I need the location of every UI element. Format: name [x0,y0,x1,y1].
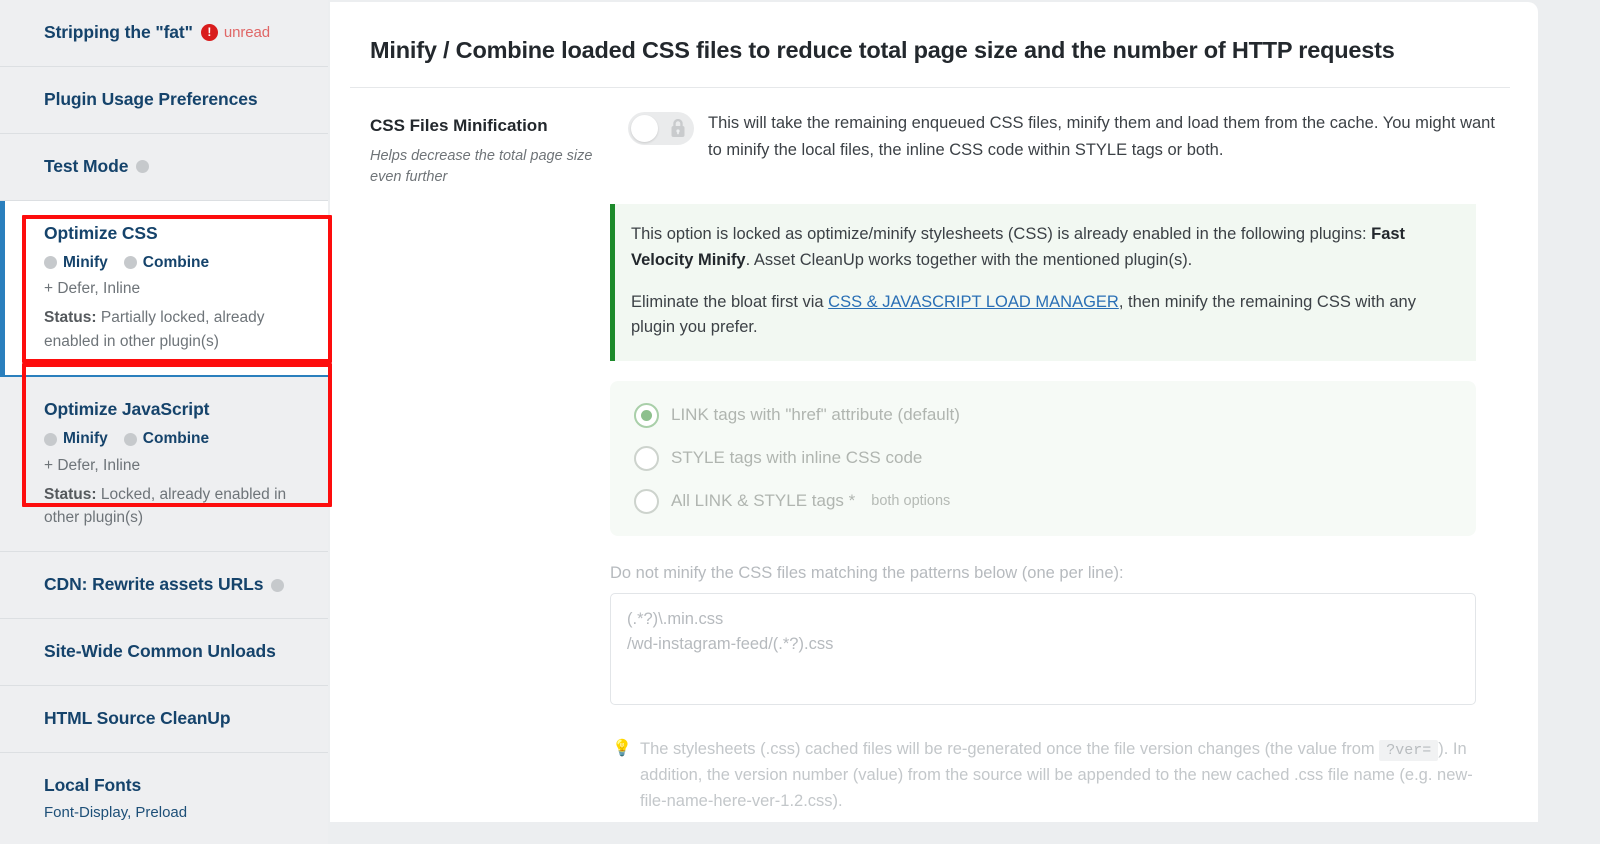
setting-label-column: CSS Files Minification Helps decrease th… [370,110,628,188]
main-content-wrapper: Minify / Combine loaded CSS files to red… [328,0,1600,822]
lightbulb-icon: 💡 [612,739,632,757]
notice-paragraph-2: Eliminate the bloat first via CSS & JAVA… [631,290,1454,341]
tip-cache-regeneration: 💡 The stylesheets (.css) cached files wi… [610,736,1476,815]
radio-label: STYLE tags with inline CSS code [671,448,923,468]
sidebar-item-title: CDN: Rewrite assets URLs [44,574,308,596]
tip-text: The stylesheets (.css) cached files will… [640,736,1476,815]
exclude-patterns-input[interactable] [610,592,1476,705]
status-label: Status: [44,309,97,327]
radio-label: All LINK & STYLE tags * [671,491,856,511]
sidebar-item-label: Optimize CSS [44,222,158,243]
sidebar-item-status: Status: Locked, already enabled in other… [44,483,308,530]
sidebar-item-label: Local Fonts [44,774,142,795]
css-js-load-manager-link[interactable]: CSS & JAVASCRIPT LOAD MANAGER [828,293,1119,311]
notice-text-prefix: This option is locked as optimize/minify… [631,225,1372,244]
sidebar-item-title: HTML Source CleanUp [44,708,308,730]
sidebar-item-optimize-css[interactable]: Optimize CSS Minify Combine + Defer, Inl… [0,200,328,377]
sidebar-item-site-wide-common-unloads[interactable]: Site-Wide Common Unloads [0,618,328,686]
sidebar-item-title: Plugin Usage Preferences [44,89,308,111]
flag-combine-label: Combine [142,429,210,447]
status-dot-grey-icon [136,160,150,174]
radio-grid: LINK tags with "href" attribute (default… [634,402,1452,514]
sidebar-item-label: HTML Source CleanUp [44,707,231,728]
locked-notice: This option is locked as optimize/minify… [610,204,1476,361]
settings-panel: Minify / Combine loaded CSS files to red… [330,2,1538,822]
sidebar-item-title: Optimize CSS [44,223,308,245]
tips-section: 💡 The stylesheets (.css) cached files wi… [610,736,1476,822]
status-dot-grey-icon [271,578,285,592]
unread-badge-label: unread [223,23,270,41]
sidebar-item-label: Test Mode [44,155,129,176]
sidebar-item-label: Stripping the "fat" [44,22,193,42]
radio-circle-icon[interactable] [634,402,659,428]
status-dot-grey-icon [44,256,57,270]
sidebar-item-label: CDN: Rewrite assets URLs [44,574,264,595]
radio-circle-icon[interactable] [634,445,659,471]
unread-badge: ! unread [200,23,270,43]
code-ver-param: ?ver= [1379,739,1439,761]
sidebar-item-label: Plugin Usage Preferences [44,88,258,109]
sidebar-item-plugin-usage-preferences[interactable]: Plugin Usage Preferences [0,66,328,134]
flag-minify-label: Minify [63,253,108,271]
radio-option-link-tags[interactable]: LINK tags with "href" attribute (default… [634,402,1044,428]
status-label: Status: [44,485,97,503]
flag-extra-label: + Defer, Inline [44,280,141,298]
page-title: Minify / Combine loaded CSS files to red… [370,37,1395,63]
setting-row-css-files-minification: CSS Files Minification Helps decrease th… [330,88,1538,188]
sidebar-item-label: Site-Wide Common Unloads [44,640,276,661]
sidebar-item-subtitle: Font-Display, Preload [44,803,188,821]
radio-circle-icon[interactable] [634,488,659,514]
settings-sidebar: Stripping the "fat" ! unread Plugin Usag… [0,0,328,844]
exclude-patterns-section: Do not minify the CSS files matching the… [610,564,1476,710]
sidebar-item-test-mode[interactable]: Test Mode [0,133,328,201]
status-dot-grey-icon [44,432,57,446]
minify-target-radio-group: LINK tags with "href" attribute (default… [610,380,1476,536]
panel-header: Minify / Combine loaded CSS files to red… [350,2,1510,89]
sidebar-item-title: Site-Wide Common Unloads [44,641,308,663]
setting-description: This will take the remaining enqueued CS… [708,114,1495,160]
sidebar-item-stripping-the-fat[interactable]: Stripping the "fat" ! unread [0,0,328,67]
status-dot-grey-icon [123,432,137,446]
exclude-patterns-label: Do not minify the CSS files matching the… [610,563,1124,582]
sidebar-item-html-source-cleanup[interactable]: HTML Source CleanUp [0,685,328,753]
sidebar-item-title: Optimize JavaScript [44,399,308,421]
sidebar-item-status: Status: Partially locked, already enable… [44,306,308,353]
toggle-row: This will take the remaining enqueued CS… [628,110,1510,163]
flag-minify-label: Minify [63,429,108,447]
tip-text-before: The stylesheets (.css) cached files will… [640,739,1380,758]
flag-combine-label: Combine [142,253,210,271]
lock-icon [671,119,685,138]
notice-text-prefix-2: Eliminate the bloat first via [631,292,829,311]
status-dot-grey-icon [123,256,137,270]
exclamation-circle-icon: ! [200,24,218,42]
sidebar-item-title: Stripping the "fat" ! unread [44,22,308,44]
sidebar-item-label: Optimize JavaScript [44,398,210,419]
css-minification-toggle[interactable] [628,112,694,146]
radio-note: both options [871,493,951,510]
sidebar-item-flags: Minify Combine + Defer, Inline [44,253,308,301]
app-root: Stripping the "fat" ! unread Plugin Usag… [0,0,1600,844]
sidebar-item-title: Local Fonts [44,775,308,797]
sidebar-item-title: Test Mode [44,156,308,178]
radio-option-all-tags[interactable]: All LINK & STYLE tags * both options [634,488,1452,514]
sidebar-item-cdn-rewrite-assets-urls[interactable]: CDN: Rewrite assets URLs [0,552,328,619]
toggle-knob [631,115,658,143]
sidebar-item-optimize-javascript[interactable]: Optimize JavaScript Minify Combine + Def… [0,376,328,553]
radio-label: LINK tags with "href" attribute (default… [671,405,960,425]
setting-hint: Helps decrease the total page size even … [370,148,593,186]
flag-extra-label: + Defer, Inline [44,456,141,474]
radio-option-style-tags[interactable]: STYLE tags with inline CSS code [634,445,1134,471]
setting-label: CSS Files Minification [370,116,548,136]
sidebar-item-flags: Minify Combine + Defer, Inline [44,429,308,477]
sidebar-item-local-fonts[interactable]: Local Fonts Font-Display, Preload [0,752,328,844]
setting-field-column: This will take the remaining enqueued CS… [628,110,1510,188]
notice-paragraph-1: This option is locked as optimize/minify… [631,222,1454,273]
notice-text-suffix: . Asset CleanUp works together with the … [745,250,1193,269]
